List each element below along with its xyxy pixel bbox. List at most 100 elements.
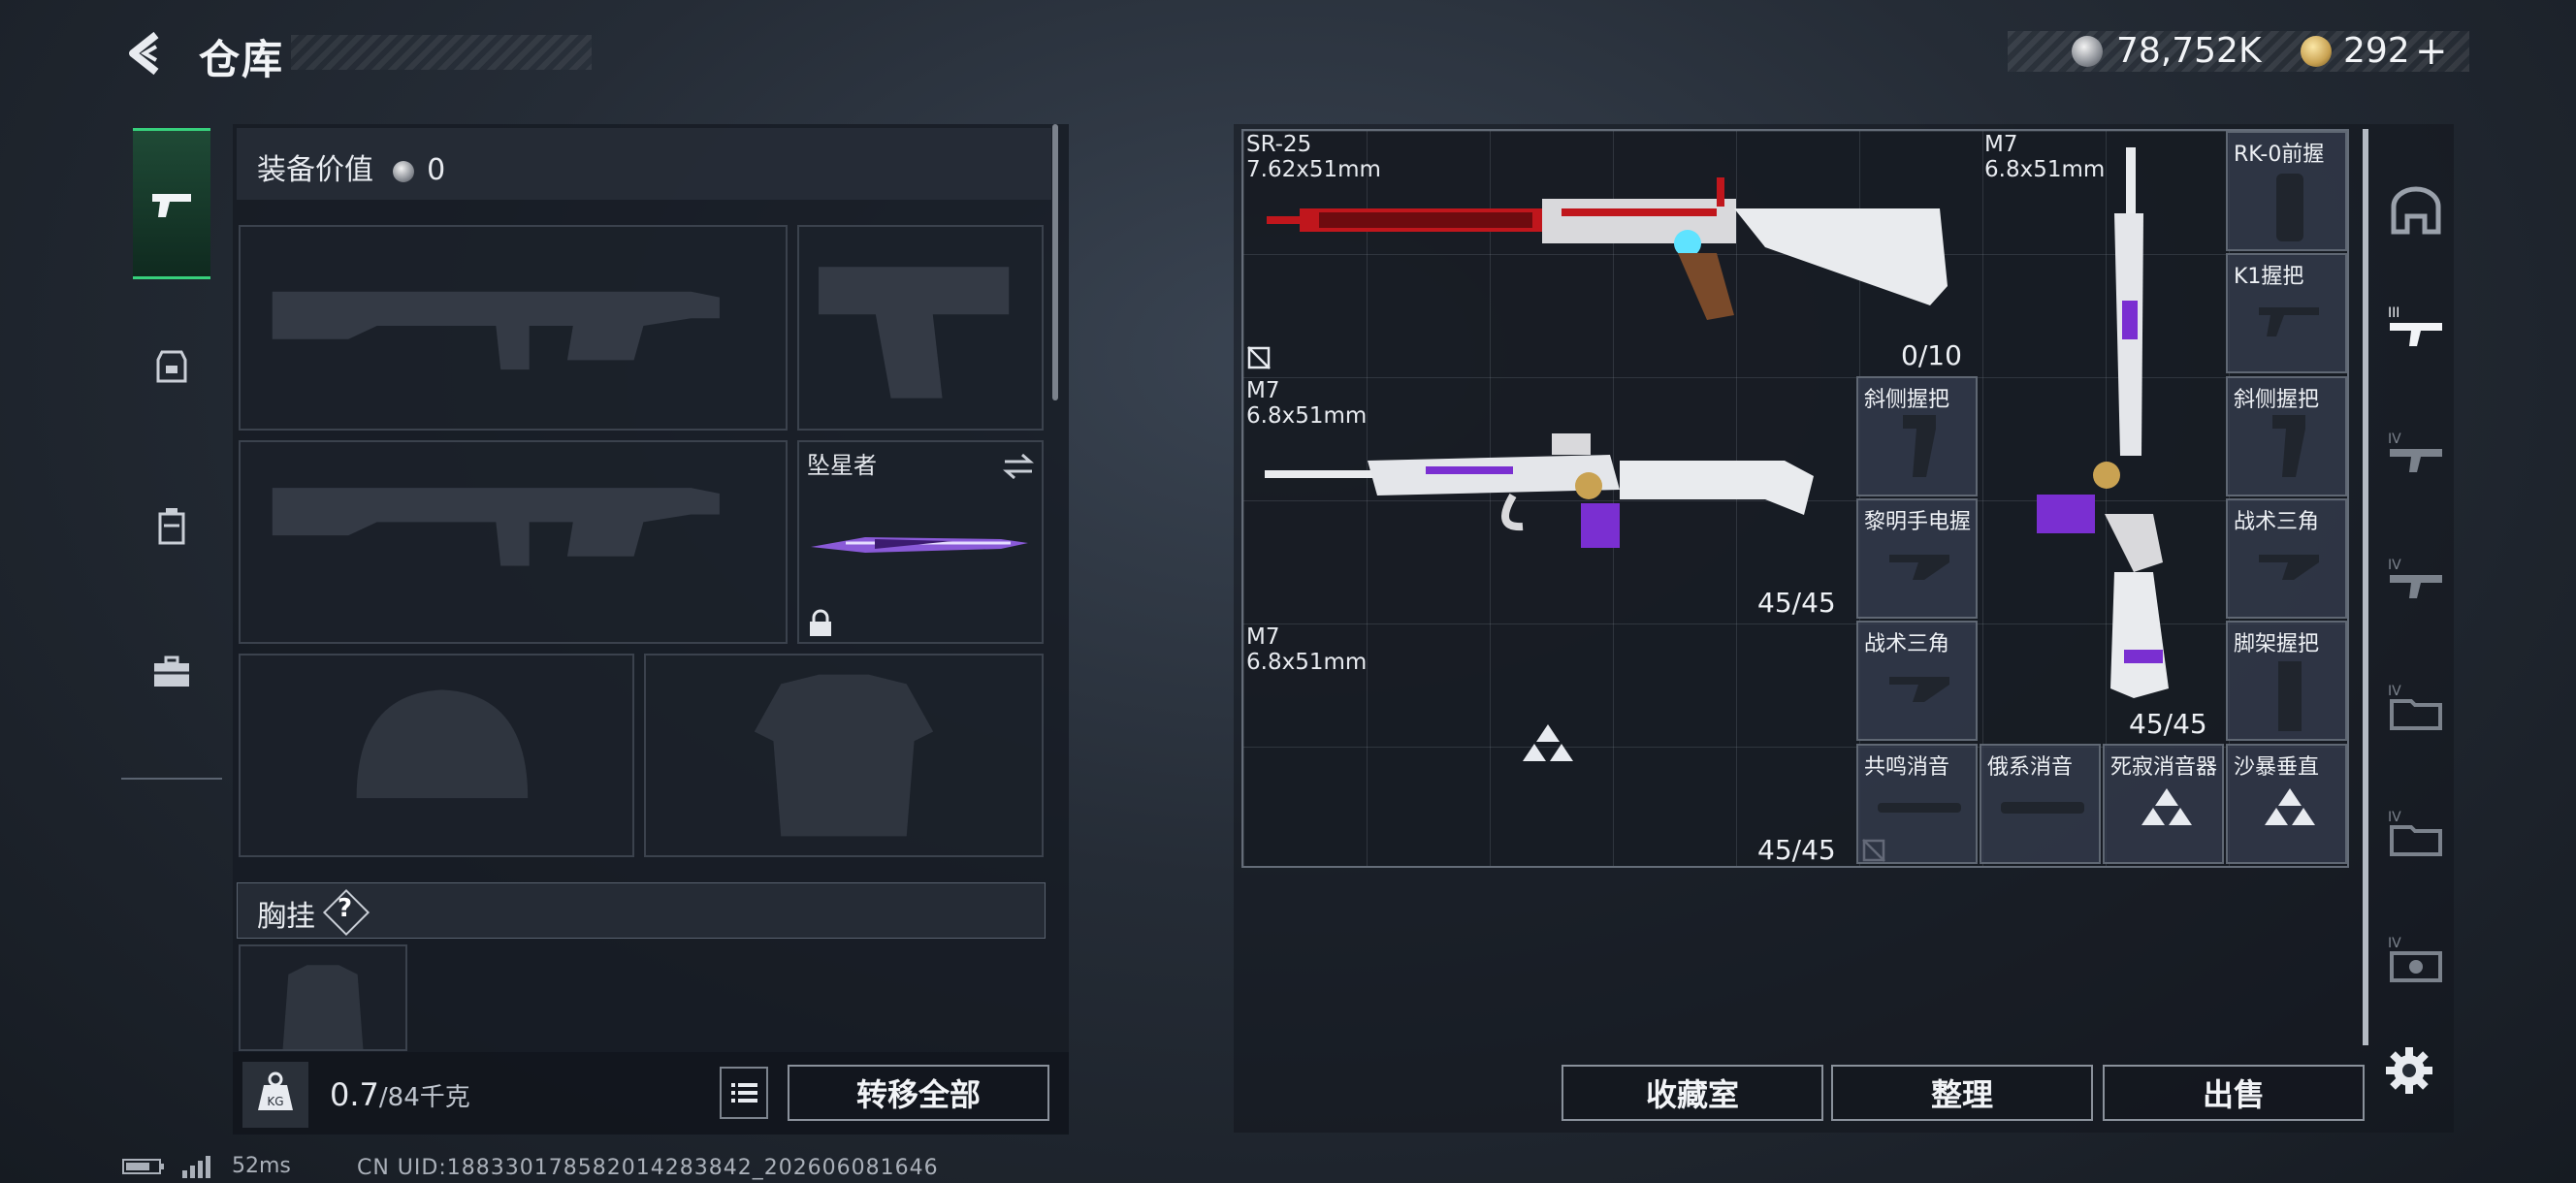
attachment-item[interactable]: 脚架握把 <box>2226 621 2347 741</box>
tier-iv-folder-icon: IV <box>2388 684 2442 730</box>
loadout-scrollbar[interactable] <box>1052 124 1058 400</box>
backpack-icon <box>156 350 187 383</box>
tab-backpack[interactable] <box>133 293 210 438</box>
grip-icon <box>2259 307 2319 336</box>
melee-slot[interactable]: 坠星者 <box>797 440 1044 644</box>
collection-room-button[interactable]: 收藏室 <box>1562 1065 1823 1121</box>
tab-case[interactable] <box>133 598 210 744</box>
m7-rifle-image <box>1265 433 1814 548</box>
attachment-item[interactable]: K1握把 <box>2226 253 2347 373</box>
tier-iv-weapon-icon: IV <box>2388 432 2442 472</box>
tier-iv-weapon-icon: IV <box>2388 558 2442 598</box>
angled-grip-icon <box>2272 415 2305 477</box>
tab-bag[interactable] <box>133 453 210 598</box>
help-icon-text: ? <box>338 894 353 923</box>
chest-rig-silhouette-icon <box>282 965 364 1049</box>
stash-scrollbar[interactable] <box>2363 129 2368 1045</box>
currency-gold-value: 292 <box>2343 31 2410 71</box>
pistol-silhouette-icon <box>819 267 1010 399</box>
tactical-grip-icon <box>2259 555 2319 580</box>
sell-button[interactable]: 出售 <box>2103 1065 2365 1121</box>
attachment-item[interactable]: 黎明手电握 <box>1856 498 1978 619</box>
suppressor-icon <box>1878 803 1961 813</box>
rail-item-stash[interactable] <box>2372 158 2460 265</box>
svg-text:IV: IV <box>2388 558 2401 573</box>
attachment-item[interactable]: RK-0前握 <box>2226 131 2347 251</box>
rail-item-tier4-weapons[interactable]: IV <box>2372 400 2460 507</box>
add-currency-button[interactable]: + <box>2415 29 2448 74</box>
loadout-tabs <box>121 118 222 780</box>
battery-icon <box>122 1159 164 1174</box>
equipment-value: 0 <box>427 153 446 187</box>
briefcase-icon <box>154 655 189 687</box>
weapon-caliber: 6.8x51mm <box>1246 650 1368 675</box>
armor-silhouette-icon <box>754 674 934 837</box>
weight-icon: KG <box>242 1062 308 1128</box>
lock-icon <box>810 609 831 636</box>
armor-slot[interactable] <box>644 654 1044 857</box>
weapon-name: M7 <box>1246 378 1280 403</box>
attachment-item[interactable]: 死寂消音器 <box>2103 744 2224 864</box>
tab-weapons[interactable] <box>133 128 210 279</box>
tier-iii-weapon-icon: III <box>2388 305 2442 346</box>
settings-gear-icon[interactable] <box>2384 1045 2434 1096</box>
title-decoration <box>291 35 592 70</box>
swap-icon[interactable] <box>1001 452 1036 481</box>
rail-item-tier3-weapons[interactable]: III <box>2372 274 2460 381</box>
secondary-weapon-slot[interactable] <box>239 440 788 644</box>
flashlight-grip-icon <box>1889 555 1949 580</box>
list-view-button[interactable] <box>720 1067 768 1119</box>
attachment-item[interactable]: 战术三角 <box>1856 621 1978 741</box>
weapon-item-m7-hidden[interactable]: M7 6.8x51mm <box>1246 624 1367 675</box>
transfer-all-button[interactable]: 转移全部 <box>788 1065 1049 1121</box>
equipment-value-label: 装备价值 0 <box>257 153 446 187</box>
attachment-item[interactable]: 俄系消音 <box>1980 744 2101 864</box>
attachment-item[interactable]: 斜侧握把 <box>2226 376 2347 496</box>
attachment-item[interactable]: 斜侧握把 <box>1856 376 1978 496</box>
angled-grip-icon <box>1903 415 1936 477</box>
list-icon <box>731 1083 757 1103</box>
rail-item-tier4-storage-2[interactable]: IV <box>2372 779 2460 885</box>
ammo-count: 0/10 <box>1901 339 1962 371</box>
rifle-silhouette-icon <box>272 488 720 566</box>
silver-coin-icon <box>2072 36 2103 67</box>
sidearm-slot[interactable] <box>797 225 1044 431</box>
ammo-count: 45/45 <box>2129 708 2207 740</box>
attachment-item[interactable]: 沙暴垂直 <box>2226 744 2347 864</box>
no-insurance-icon <box>1247 346 1271 369</box>
sr25-rifle-image <box>1267 177 1948 320</box>
svg-text:IV: IV <box>2388 936 2401 951</box>
ping-value: 52ms <box>232 1154 291 1178</box>
chest-rig-slot[interactable] <box>239 944 407 1051</box>
svg-text:IV: IV <box>2388 432 2401 447</box>
ammo-count: 45/45 <box>1757 834 1836 866</box>
stash-category-rail: III IV IV IV IV IV <box>2372 129 2460 1036</box>
foregrip-icon <box>2276 174 2303 241</box>
stash-home-icon <box>2391 186 2441 235</box>
rail-item-tier4-gear[interactable]: IV <box>2372 905 2460 1011</box>
bipod-grip-icon <box>2278 661 2302 731</box>
signal-icon <box>182 1156 210 1178</box>
unknown-item-icon <box>1523 724 1573 761</box>
back-arrow-icon[interactable] <box>121 29 170 78</box>
helmet-slot[interactable] <box>239 654 634 857</box>
attachment-item[interactable]: 战术三角 <box>2226 498 2347 619</box>
weight-current: 0.7 <box>330 1076 379 1113</box>
bag-icon <box>158 508 185 545</box>
attachment-item[interactable]: 共鸣消音 <box>1856 744 1978 864</box>
melee-name: 坠星者 <box>807 452 877 479</box>
suppressor-icon <box>2001 802 2084 814</box>
weight-max: /84千克 <box>378 1083 470 1112</box>
weight-readout: 0.7/84千克 <box>330 1076 470 1113</box>
weapon-name: SR-25 <box>1246 132 1312 157</box>
sort-button[interactable]: 整理 <box>1831 1065 2093 1121</box>
tier-iv-gear-icon: IV <box>2388 936 2442 982</box>
status-bar: 52ms <box>121 1154 291 1178</box>
rail-item-tier4-weapons-2[interactable]: IV <box>2372 527 2460 633</box>
rail-item-tier4-storage[interactable]: IV <box>2372 653 2460 759</box>
unknown-item-icon <box>2141 788 2192 825</box>
user-id: CN UID:188330178582014283842_20260608164… <box>357 1156 939 1180</box>
gold-coin-icon <box>2301 36 2332 67</box>
page-title: 仓库 <box>199 36 285 83</box>
primary-weapon-slot[interactable] <box>239 225 788 431</box>
